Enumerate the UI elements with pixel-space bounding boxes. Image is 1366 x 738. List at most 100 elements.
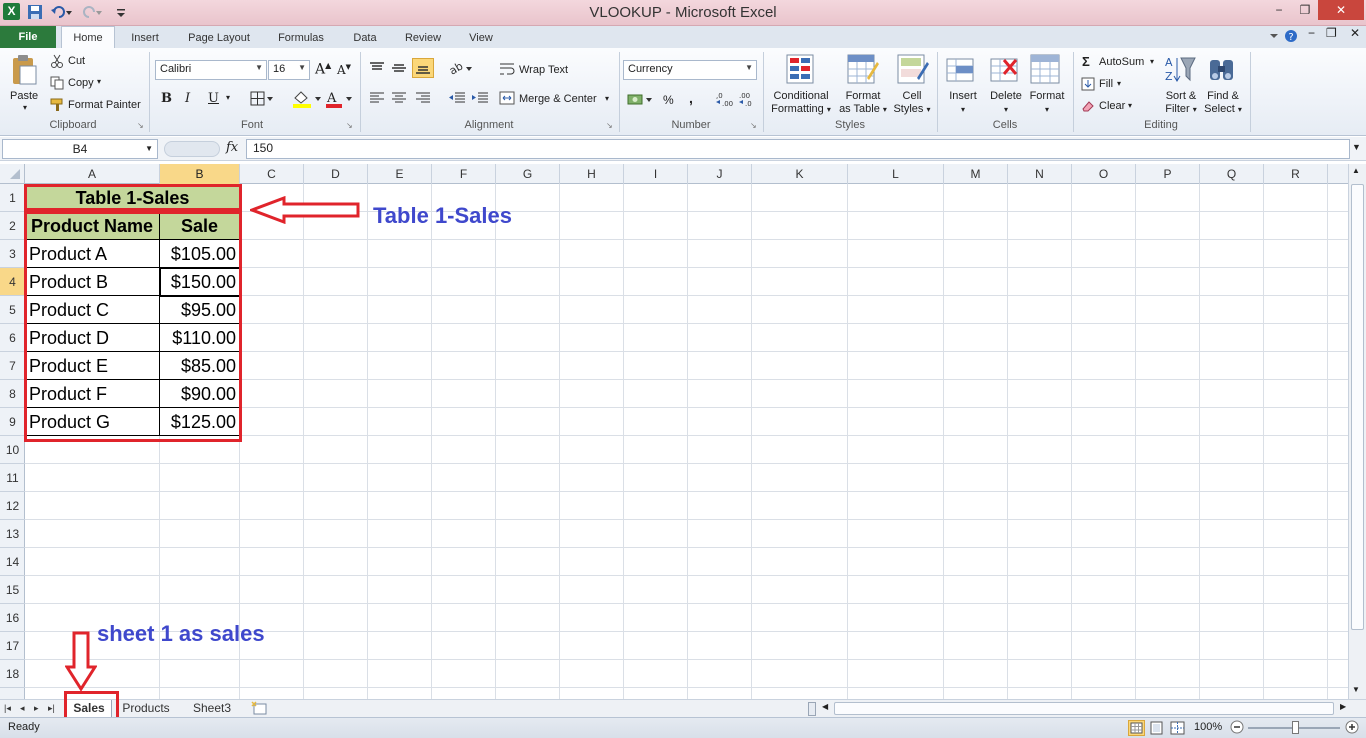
row-header-1[interactable]: 1 — [0, 184, 25, 212]
row-header-14[interactable]: 14 — [0, 548, 25, 576]
row-header-12[interactable]: 12 — [0, 492, 25, 520]
vertical-scroll-thumb[interactable] — [1351, 184, 1364, 630]
merge-center-button[interactable]: Merge & Center — [519, 93, 597, 105]
vertical-scrollbar[interactable]: ▲ ▼ — [1348, 164, 1366, 699]
tab-file[interactable]: File — [0, 26, 56, 48]
conditional-formatting-button[interactable]: Conditional Formatting ▾ — [766, 90, 836, 116]
row-header-13[interactable]: 13 — [0, 520, 25, 548]
font-launcher-icon[interactable]: ↘ — [346, 121, 353, 130]
sheet-tab-sheet3[interactable]: Sheet3 — [186, 700, 238, 718]
copy-button[interactable]: Copy — [68, 77, 94, 89]
column-header-r[interactable]: R — [1264, 164, 1328, 184]
column-header-f[interactable]: F — [432, 164, 496, 184]
column-header-d[interactable]: D — [304, 164, 368, 184]
sheet-tab-products[interactable]: Products — [116, 700, 176, 718]
orientation-icon[interactable]: ab — [447, 59, 474, 79]
workbook-minimize-button[interactable]: − — [1308, 26, 1315, 40]
number-format-combo[interactable]: Currency ▼ — [623, 60, 757, 80]
fill-dropdown-icon[interactable]: ▾ — [1117, 79, 1121, 88]
autosum-button[interactable]: AutoSum — [1099, 56, 1144, 68]
row-header-18[interactable]: 18 — [0, 660, 25, 688]
zoom-out-icon[interactable] — [1230, 720, 1244, 737]
copy-dropdown-icon[interactable]: ▾ — [97, 77, 101, 86]
column-header-h[interactable]: H — [560, 164, 624, 184]
page-layout-view-icon[interactable] — [1149, 721, 1164, 738]
select-all-button[interactable] — [0, 164, 25, 184]
font-name-combo[interactable]: Calibri ▼ — [155, 60, 267, 80]
number-launcher-icon[interactable]: ↘ — [750, 121, 757, 130]
fill-color-icon[interactable] — [292, 90, 322, 111]
row-header-8[interactable]: 8 — [0, 380, 25, 408]
align-right-icon[interactable] — [415, 92, 431, 107]
row-header-10[interactable]: 10 — [0, 436, 25, 464]
underline-button[interactable]: U — [208, 91, 219, 106]
paste-button[interactable]: Paste — [10, 90, 38, 102]
row-header-7[interactable]: 7 — [0, 352, 25, 380]
insert-function-icon[interactable]: fx — [226, 140, 238, 155]
column-header-l[interactable]: L — [848, 164, 944, 184]
column-header-c[interactable]: C — [240, 164, 304, 184]
first-sheet-icon[interactable]: |◂ — [4, 700, 11, 718]
zoom-slider-thumb[interactable] — [1292, 721, 1299, 734]
align-center-icon[interactable] — [391, 92, 407, 107]
formula-bar-splitter[interactable] — [164, 141, 220, 157]
align-bottom-icon[interactable] — [412, 58, 434, 78]
prev-sheet-icon[interactable]: ◂ — [20, 700, 25, 718]
tab-home[interactable]: Home — [61, 26, 115, 49]
tab-view[interactable]: View — [458, 29, 504, 48]
font-size-combo[interactable]: 16 ▼ — [268, 60, 310, 80]
increase-indent-icon[interactable] — [471, 92, 489, 107]
column-header-j[interactable]: J — [688, 164, 752, 184]
font-color-icon[interactable]: A — [325, 90, 355, 111]
row-header-11[interactable]: 11 — [0, 464, 25, 492]
workbook-restore-button[interactable]: ❐ — [1326, 26, 1337, 40]
tab-split-handle[interactable] — [808, 702, 816, 716]
merge-dropdown-icon[interactable]: ▾ — [605, 94, 609, 103]
row-header-5[interactable]: 5 — [0, 296, 25, 324]
tab-formulas[interactable]: Formulas — [268, 29, 334, 48]
name-box[interactable]: B4 ▼ — [2, 139, 158, 159]
row-header-4[interactable]: 4 — [0, 268, 25, 296]
scroll-left-icon[interactable]: ◀ — [822, 702, 828, 711]
bold-button[interactable]: B — [161, 91, 172, 106]
zoom-level[interactable]: 100% — [1194, 721, 1222, 733]
row-header-9[interactable]: 9 — [0, 408, 25, 436]
italic-button[interactable]: I — [185, 91, 190, 106]
minimize-button[interactable]: − — [1266, 0, 1292, 20]
borders-icon[interactable] — [250, 91, 274, 110]
shrink-font-icon[interactable]: A▼ — [337, 63, 351, 77]
row-header-2[interactable]: 2 — [0, 212, 25, 240]
underline-dropdown-icon[interactable]: ▾ — [226, 93, 230, 102]
align-middle-icon[interactable] — [391, 62, 407, 77]
cell-styles-button[interactable]: Cell Styles ▾ — [890, 90, 934, 116]
clipboard-launcher-icon[interactable]: ↘ — [137, 121, 144, 130]
column-header-b[interactable]: B — [160, 164, 240, 184]
format-cells-button[interactable]: Format ▾ — [1024, 90, 1070, 116]
format-painter-button[interactable]: Format Painter — [68, 99, 141, 111]
help-icon[interactable]: ? — [1284, 29, 1298, 46]
column-header-a[interactable]: A — [25, 164, 160, 184]
row-header-16[interactable]: 16 — [0, 604, 25, 632]
scroll-down-icon[interactable]: ▼ — [1352, 685, 1360, 694]
scroll-up-icon[interactable]: ▲ — [1352, 166, 1360, 175]
restore-button[interactable]: ❐ — [1292, 0, 1318, 20]
decrease-decimal-icon[interactable]: .00.0 — [738, 90, 760, 111]
wrap-text-button[interactable]: Wrap Text — [519, 64, 568, 76]
delete-cells-button[interactable]: Delete ▾ — [984, 90, 1028, 116]
autosum-dropdown-icon[interactable]: ▾ — [1150, 57, 1154, 66]
row-header-3[interactable]: 3 — [0, 240, 25, 268]
horizontal-scroll-thumb[interactable] — [834, 702, 1334, 715]
tab-data[interactable]: Data — [343, 29, 387, 48]
sort-filter-button[interactable]: Sort & Filter ▾ — [1158, 90, 1204, 116]
row-header-6[interactable]: 6 — [0, 324, 25, 352]
tab-page-layout[interactable]: Page Layout — [178, 29, 260, 48]
clear-button[interactable]: Clear — [1099, 100, 1125, 112]
normal-view-icon[interactable] — [1128, 720, 1145, 736]
formula-input[interactable]: 150 — [246, 139, 1350, 159]
fill-button[interactable]: Fill — [1099, 78, 1113, 90]
paste-icon[interactable] — [10, 54, 38, 89]
accounting-format-icon[interactable] — [627, 90, 657, 111]
close-button[interactable]: ✕ — [1318, 0, 1364, 20]
column-header-m[interactable]: M — [944, 164, 1008, 184]
grow-font-icon[interactable]: A▲ — [315, 61, 331, 78]
